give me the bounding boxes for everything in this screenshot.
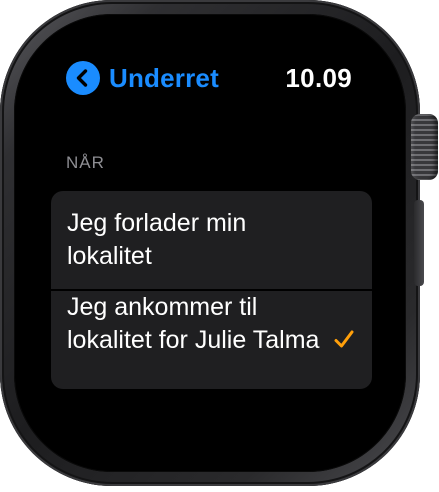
option-leave-location[interactable]: Jeg forlader min lokalitet [51,191,372,289]
digital-crown[interactable] [411,114,438,180]
stage: Underret 10.09 NÅR Jeg forlader min loka… [0,0,439,492]
status-time: 10.09 [285,63,352,93]
back-label: Underret [109,63,219,93]
option-list: Jeg forlader min lokalitet Jeg ankommer … [51,191,372,389]
back-button[interactable]: Underret [66,61,219,95]
checkmark-icon [332,327,356,351]
chevron-left-icon [66,61,100,95]
option-label: Jeg ankommer til lokalitet for Julie Tal… [67,293,320,354]
option-label: Jeg forlader min lokalitet [67,209,247,270]
option-arrive-location[interactable]: Jeg ankommer til lokalitet for Julie Tal… [51,291,372,389]
section-title: NÅR [66,153,105,172]
side-button[interactable] [414,200,424,286]
